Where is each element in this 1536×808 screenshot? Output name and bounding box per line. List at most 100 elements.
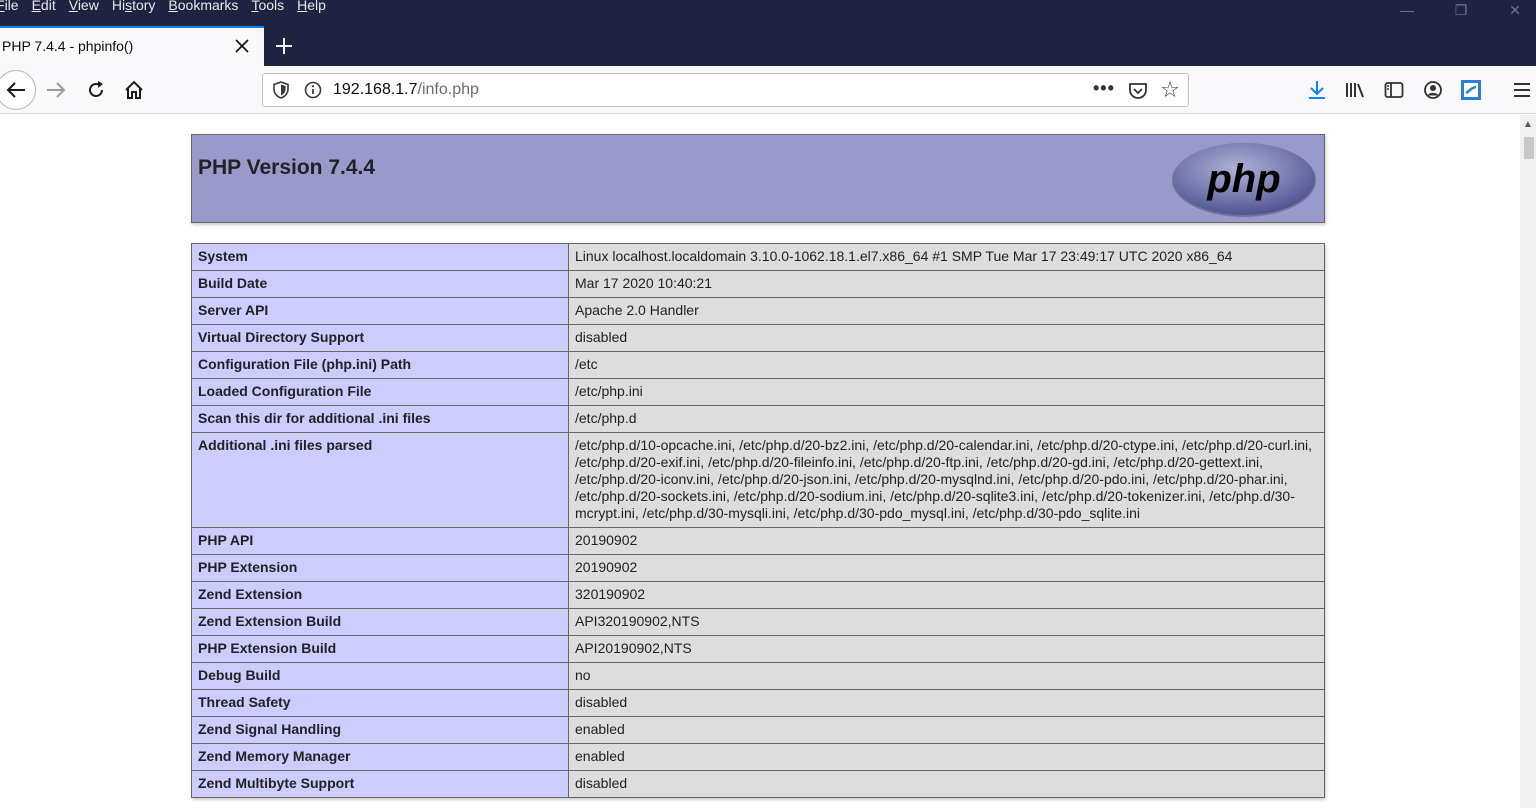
tab-strip: PHP 7.4.4 - phpinfo() [0, 26, 1536, 66]
menu-bookmarks[interactable]: Bookmarks [168, 0, 238, 14]
row-value: 320190902 [568, 581, 1325, 609]
table-row: Zend Memory Manager enabled [191, 743, 1325, 771]
tab-close-button[interactable] [232, 36, 252, 56]
table-row: Additional .ini files parsed/etc/php.d/1… [191, 432, 1325, 528]
close-window-button[interactable]: ✕ [1492, 0, 1536, 20]
row-key: Debug Build [191, 662, 569, 690]
row-key: Zend Signal Handling [191, 716, 569, 744]
row-key: Scan this dir for additional .ini files [191, 405, 569, 433]
new-tab-button[interactable] [270, 32, 298, 60]
page-actions-button[interactable]: ••• [1093, 78, 1115, 99]
home-icon [125, 80, 143, 99]
menu-help[interactable]: Help [297, 0, 326, 14]
table-row: Loaded Configuration File/etc/php.ini [191, 378, 1325, 406]
menu-list: File Edit View History Bookmarks Tools Help [0, 0, 339, 14]
row-key: Build Date [191, 270, 569, 298]
table-row: PHP Extension 20190902 [191, 554, 1325, 582]
table-row: Build Date Mar 17 2020 10:40:21 [191, 270, 1325, 298]
row-key: PHP Extension Build [191, 635, 569, 663]
row-value: disabled [568, 324, 1325, 352]
url-path: /info.php [417, 81, 479, 98]
downloads-button[interactable] [1305, 78, 1329, 102]
scrollbar-thumb[interactable] [1524, 137, 1534, 159]
sidebar-icon [1384, 82, 1404, 98]
close-icon: ✕ [1509, 1, 1521, 18]
table-row: Zend Signal Handling enabled [191, 716, 1325, 744]
reload-icon [89, 81, 103, 97]
row-key: PHP API [191, 527, 569, 555]
menu-edit[interactable]: Edit [32, 0, 56, 14]
info-icon [304, 81, 322, 99]
row-key: Virtual Directory Support [191, 324, 569, 352]
table-row: Scan this dir for additional .ini files /… [191, 405, 1325, 433]
table-row: Virtual Directory Support disabled [191, 324, 1325, 352]
row-key: Zend Extension Build [191, 608, 569, 636]
php-version-header: PHP Version 7.4.4 php [191, 134, 1325, 223]
home-button[interactable] [118, 74, 150, 106]
row-value: disabled [568, 689, 1325, 717]
svg-text:php: php [1206, 157, 1280, 201]
plus-icon [276, 38, 292, 54]
table-row: Thread Safety disabled [191, 689, 1325, 717]
menu-file[interactable]: File [0, 0, 19, 14]
minimize-button[interactable]: — [1384, 0, 1430, 20]
tab-phpinfo[interactable]: PHP 7.4.4 - phpinfo() [0, 26, 264, 66]
url-text[interactable]: 192.168.1.7/info.php [333, 81, 479, 99]
page-content: PHP Version 7.4.4 php System Linux localh… [0, 115, 1520, 808]
account-button[interactable] [1421, 78, 1445, 102]
url-bar[interactable]: 192.168.1.7/info.php ••• ☆ [262, 73, 1189, 107]
bookmark-button[interactable]: ☆ [1159, 77, 1181, 102]
table-row: Zend Extension Build API320190902,NTS [191, 608, 1325, 636]
back-button[interactable] [0, 70, 36, 110]
row-value: API320190902,NTS [568, 608, 1325, 636]
site-info-button[interactable] [303, 80, 323, 100]
scroll-up-icon[interactable]: ▲ [1523, 119, 1533, 130]
restore-button[interactable]: ❐ [1438, 0, 1484, 20]
row-key: Server API [191, 297, 569, 325]
row-value: 20190902 [568, 527, 1325, 555]
arrow-right-icon [47, 82, 66, 98]
menu-button[interactable] [1510, 78, 1534, 102]
account-icon [1424, 81, 1442, 99]
url-host: 192.168.1.7 [333, 81, 418, 98]
pocket-button[interactable] [1127, 80, 1149, 102]
row-value: /etc/php.d/10-opcache.ini, /etc/php.d/20… [568, 432, 1325, 528]
download-icon [1309, 81, 1325, 99]
row-value: /etc [568, 351, 1325, 379]
menu-bar: File Edit View History Bookmarks Tools Help — … [0, 0, 1536, 26]
table-row: Server API Apache 2.0 Handler [191, 297, 1325, 325]
row-value: Linux localhost.localdomain 3.10.0-1062.… [568, 243, 1325, 271]
close-icon [235, 39, 249, 53]
menu-history[interactable]: History [112, 0, 156, 14]
row-key: System [191, 243, 569, 271]
extension-button[interactable] [1459, 78, 1483, 102]
tracking-protection-button[interactable] [271, 80, 291, 100]
row-value: API20190902,NTS [568, 635, 1325, 663]
row-value: enabled [568, 743, 1325, 771]
table-row: PHP API 20190902 [191, 527, 1325, 555]
table-row: Configuration File (php.ini) Path/etc [191, 351, 1325, 379]
php-info-table: System Linux localhost.localdomain 3.10.0… [191, 243, 1325, 798]
shield-icon [273, 81, 289, 99]
library-button[interactable] [1343, 78, 1367, 102]
row-value: Mar 17 2020 10:40:21 [568, 270, 1325, 298]
restore-icon: ❐ [1454, 1, 1468, 18]
table-row: System Linux localhost.localdomain 3.10.0… [191, 243, 1325, 271]
row-key: PHP Extension [191, 554, 569, 582]
php-logo: php [1172, 143, 1316, 217]
row-key: Thread Safety [191, 689, 569, 717]
pocket-icon [1129, 83, 1147, 99]
more-icon: ••• [1093, 78, 1115, 98]
menu-view[interactable]: View [69, 0, 99, 14]
forward-button[interactable] [40, 74, 72, 106]
vertical-scrollbar[interactable]: ▲ [1520, 115, 1536, 808]
sidebar-button[interactable] [1382, 78, 1406, 102]
star-icon: ☆ [1160, 77, 1180, 102]
row-value: /etc/php.d [568, 405, 1325, 433]
menu-tools[interactable]: Tools [251, 0, 284, 14]
row-value: 20190902 [568, 554, 1325, 582]
extension-icon [1461, 80, 1481, 100]
reload-button[interactable] [80, 74, 112, 106]
row-key: Loaded Configuration File [191, 378, 569, 406]
row-value: enabled [568, 716, 1325, 744]
